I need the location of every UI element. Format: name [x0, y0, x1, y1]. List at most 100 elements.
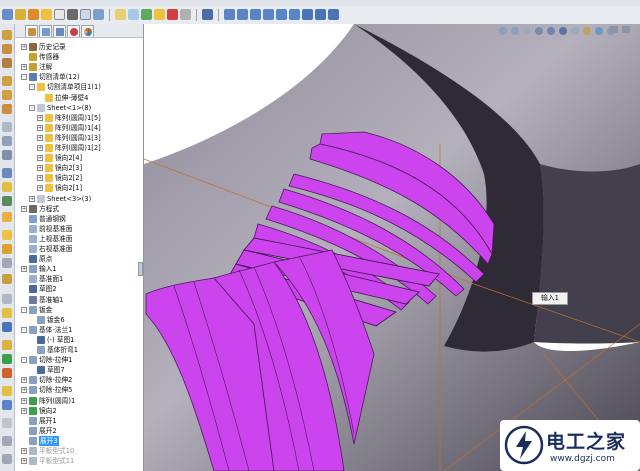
config-tab[interactable] [53, 25, 66, 37]
collapse-toggle-icon[interactable]: - [21, 306, 27, 313]
collapse-toggle-icon[interactable]: - [29, 84, 35, 91]
tree-item[interactable]: + 镜向2 [21, 406, 57, 416]
measure-icon[interactable] [54, 9, 65, 20]
hide-show-icon[interactable] [571, 27, 579, 35]
edge-flange-icon[interactable] [2, 322, 12, 332]
view-left-icon[interactable] [250, 9, 261, 20]
collapse-toggle-icon[interactable]: - [21, 357, 27, 364]
flatten-icon[interactable] [2, 418, 12, 428]
tree-item[interactable]: + 方程式 [21, 204, 59, 214]
options-icon[interactable] [2, 9, 13, 20]
expand-toggle-icon[interactable]: + [29, 195, 35, 202]
expand-toggle-icon[interactable]: + [21, 397, 27, 404]
tree-item[interactable]: 展开3 [21, 435, 59, 446]
tree-item[interactable]: 基准轴1 [21, 295, 63, 305]
tree-item[interactable]: - 切割清单项目1(1) [29, 82, 101, 92]
reference-geometry-icon[interactable] [2, 294, 12, 304]
collapse-toggle-icon[interactable]: - [21, 326, 27, 333]
tree-item[interactable]: 传感器 [21, 52, 59, 62]
close-icon[interactable] [622, 26, 630, 33]
expand-toggle-icon[interactable]: + [21, 387, 27, 394]
view-dimetric-icon[interactable] [328, 9, 339, 20]
collapse-toggle-icon[interactable]: - [21, 74, 27, 81]
feature-tree-tab[interactable] [25, 25, 38, 37]
mirror-icon[interactable] [2, 258, 12, 268]
expand-toggle-icon[interactable]: + [21, 64, 27, 71]
tree-item[interactable]: 草图7 [29, 365, 65, 375]
view-bottom-icon[interactable] [289, 9, 300, 20]
draft-icon[interactable] [2, 196, 12, 206]
boundary-icon[interactable] [2, 104, 12, 114]
rip-icon[interactable] [2, 436, 12, 446]
tree-item[interactable]: - 钣金 [21, 305, 52, 315]
tree-item[interactable]: (-) 草图1 [29, 335, 74, 345]
tree-item[interactable]: - 切割清单(12) [21, 72, 79, 82]
tree-item[interactable]: + Sheet<3>(3) [29, 194, 91, 204]
tree-item[interactable]: - Sheet<1>(8) [29, 103, 91, 113]
rib-icon[interactable] [2, 182, 12, 192]
tree-item[interactable]: 右视基准面 [21, 244, 72, 254]
tree-item[interactable]: + 切除-拉伸2 [21, 375, 72, 385]
tree-item[interactable]: + 阵列(圆周)1[5] [37, 113, 101, 123]
hole-icon[interactable] [2, 230, 12, 240]
edit-appearance-icon[interactable] [583, 27, 591, 35]
unfold-icon[interactable] [2, 386, 12, 396]
dimxpert-tab[interactable] [67, 25, 80, 37]
tree-item[interactable]: + 输入1 [21, 264, 57, 274]
view-right-icon[interactable] [263, 9, 274, 20]
view-icon[interactable] [128, 9, 139, 20]
revolve-icon[interactable] [2, 58, 12, 68]
apply-scene-icon[interactable] [595, 27, 603, 35]
expand-toggle-icon[interactable]: + [37, 185, 43, 192]
view-orientation-icon[interactable] [547, 27, 555, 35]
tools-icon[interactable] [93, 9, 104, 20]
view-top-icon[interactable] [276, 9, 287, 20]
tree-item[interactable]: - 基体-法兰1 [21, 325, 72, 335]
graphics-viewport[interactable] [144, 24, 640, 471]
sketch-icon[interactable] [28, 9, 39, 20]
expand-toggle-icon[interactable]: + [37, 134, 43, 141]
property-tab[interactable] [39, 25, 52, 37]
view-front-icon[interactable] [224, 9, 235, 20]
expand-toggle-icon[interactable]: + [21, 205, 27, 212]
sheet-metal-icon[interactable] [2, 308, 12, 318]
tree-item[interactable]: - 切除-拉伸1 [21, 355, 72, 365]
expand-toggle-icon[interactable]: + [37, 165, 43, 172]
loft-icon[interactable] [2, 90, 12, 100]
sum-icon[interactable] [67, 9, 78, 20]
reference-axis-icon[interactable] [202, 9, 213, 20]
panel-splitter-handle[interactable] [138, 262, 143, 276]
chamfer-icon[interactable] [2, 150, 12, 160]
zoom-area-icon[interactable] [511, 27, 519, 35]
expand-toggle-icon[interactable]: + [21, 458, 27, 465]
collapse-toggle-icon[interactable]: - [29, 104, 35, 111]
cut-icon[interactable] [2, 122, 12, 132]
tree-item[interactable]: + 阵列(圆周)1[4] [37, 123, 101, 133]
rebuild-icon[interactable] [154, 9, 165, 20]
expand-toggle-icon[interactable]: + [21, 44, 27, 50]
restore-icon[interactable] [610, 26, 618, 33]
tree-item[interactable]: + 阵列(圆周)1 [21, 396, 75, 406]
tree-item[interactable]: 钣金6 [29, 315, 65, 325]
hem-icon[interactable] [2, 340, 12, 350]
display-style-icon[interactable] [559, 27, 567, 35]
tree-item[interactable]: 展开2 [21, 426, 57, 436]
extrude-icon[interactable] [2, 44, 12, 54]
tree-item[interactable]: + 平板型式11 [21, 456, 74, 466]
tree-item[interactable]: 展开1 [21, 416, 57, 426]
tree-item[interactable]: + 镜向2[4] [37, 153, 82, 163]
tree-item[interactable]: + 镜向2[2] [37, 173, 82, 183]
fold-icon[interactable] [2, 400, 12, 410]
previous-view-icon[interactable] [523, 27, 531, 35]
expand-toggle-icon[interactable]: + [21, 448, 27, 454]
fillet-icon[interactable] [2, 136, 12, 146]
pattern-icon[interactable] [2, 244, 12, 254]
tree-item[interactable]: 基体折弯1 [29, 345, 78, 355]
color-icon[interactable] [167, 9, 178, 20]
section-view-icon[interactable] [535, 27, 543, 35]
display-icon[interactable] [115, 9, 126, 20]
tree-item[interactable]: + 平板型式10 [21, 446, 74, 456]
curves-icon[interactable] [2, 274, 12, 284]
tree-item[interactable]: + 阵列(圆周)1[3] [37, 133, 101, 143]
display-tab[interactable] [81, 25, 94, 37]
